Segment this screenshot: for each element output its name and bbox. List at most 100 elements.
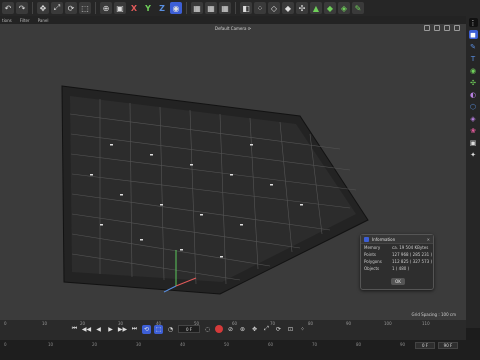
scale-icon[interactable]: ⤢ <box>51 2 63 14</box>
toolbar-divider <box>186 2 187 14</box>
deformer-icon[interactable]: ◐ <box>469 90 478 99</box>
info-row-points: Points 127 968 ( 285 231 ) <box>361 251 433 258</box>
go-to-end-icon[interactable]: ⏭ <box>130 325 139 334</box>
render-picture-viewer-icon[interactable]: ▦ <box>205 2 217 14</box>
generator-icon[interactable]: ◉ <box>469 66 478 75</box>
volume-icon[interactable]: ⬡ <box>469 102 478 111</box>
undo-icon[interactable]: ↶ <box>2 2 14 14</box>
edges-mode-icon[interactable]: ◇ <box>268 2 280 14</box>
information-dialog: Information ✕ Memory ca. 19 504 KBytes P… <box>360 234 434 290</box>
info-row-polygons: Polygons 112 825 ( 327 573 ) <box>361 258 433 265</box>
orbit-icon[interactable] <box>444 25 450 31</box>
model-inner-slab <box>70 96 356 282</box>
maximize-icon[interactable] <box>454 25 460 31</box>
ok-button[interactable]: OK <box>391 278 405 285</box>
info-value: 1 ( 480 ) <box>392 266 410 271</box>
select-icon[interactable]: ⬚ <box>79 2 91 14</box>
uv-mode-icon[interactable]: ✣ <box>296 2 308 14</box>
frame-range-fields: 0 F 90 F <box>415 342 458 349</box>
menu-filter[interactable]: Filter <box>20 18 30 23</box>
deformer-icon[interactable]: ◈ <box>338 2 350 14</box>
menu-options[interactable]: tions <box>2 18 12 23</box>
rotate-icon[interactable]: ⟳ <box>65 2 77 14</box>
ruler-tick: 90 <box>400 342 406 347</box>
scene-icon[interactable]: ❀ <box>469 126 478 135</box>
toolbar-divider <box>235 2 236 14</box>
previous-key-icon[interactable]: ◀◀ <box>82 325 91 334</box>
dolly-icon[interactable] <box>434 25 440 31</box>
previous-frame-icon[interactable]: ◀ <box>94 325 103 334</box>
model-mode-icon[interactable]: ◧ <box>240 2 252 14</box>
cinema4d-logo-icon <box>364 236 369 242</box>
start-frame-field[interactable]: 0 F <box>415 342 435 349</box>
keyframe-selection-icon[interactable]: ⊛ <box>238 325 247 334</box>
snap-icon[interactable]: ▲ <box>310 2 322 14</box>
info-key: Polygons <box>364 259 382 264</box>
ruler-tick: 50 <box>224 342 230 347</box>
light-icon[interactable]: ✦ <box>469 150 478 159</box>
info-value: 127 968 ( 285 231 ) <box>392 252 433 257</box>
world-coordinates-icon[interactable]: ◉ <box>170 2 182 14</box>
toolbar-divider <box>32 2 33 14</box>
position-key-icon[interactable]: ✥ <box>250 325 259 334</box>
grid-spacing-label: Grid Spacing : 100 cm <box>411 312 456 317</box>
cinema4d-app: ↶ ↷ ✥ ⤢ ⟳ ⬚ ⊕ ▣ X Y Z ◉ ▦ ▦ ▦ ◧ ⁘ ◇ ◆ ✣ … <box>0 0 480 360</box>
render-view-icon[interactable]: ▦ <box>191 2 203 14</box>
dialog-title-bar[interactable]: Information <box>361 235 433 244</box>
next-frame-icon[interactable]: ▶▶ <box>118 325 127 334</box>
current-frame-field[interactable]: 0 F <box>178 325 200 333</box>
viewport-menubar: tions Filter Panel <box>0 16 466 24</box>
toolbar-divider <box>95 2 96 14</box>
axis-x-toggle[interactable]: X <box>128 2 140 14</box>
menu-panel[interactable]: Panel <box>38 18 49 23</box>
bottom-timeline[interactable]: 0 10 20 30 40 50 60 70 80 90 0 F 90 F <box>0 340 480 360</box>
fps-icon[interactable]: ◔ <box>166 325 175 334</box>
object-palette-sidebar: ⋮ ◼ ✎ T ◉ ✣ ◐ ⬡ ◈ ❀ ▣ ✦ <box>466 16 480 328</box>
rotation-key-icon[interactable]: ⟳ <box>274 325 283 334</box>
ruler-tick: 10 <box>48 342 54 347</box>
pla-key-icon[interactable]: ⁘ <box>298 325 307 334</box>
info-value: 112 825 ( 327 573 ) <box>392 259 433 264</box>
record-icon[interactable] <box>215 325 223 333</box>
scale-key-icon[interactable]: ⤢ <box>262 325 271 334</box>
move-icon[interactable]: ✥ <box>37 2 49 14</box>
info-value: ca. 19 504 KBytes <box>392 245 429 250</box>
dialog-title: Information <box>372 236 396 242</box>
ruler-tick: 0 <box>4 342 7 347</box>
axis-z-toggle[interactable]: Z <box>156 2 168 14</box>
polygons-mode-icon[interactable]: ◆ <box>282 2 294 14</box>
camera-label[interactable]: Default Camera ⟳ <box>0 26 466 31</box>
pan-icon[interactable] <box>424 25 430 31</box>
info-row-objects: Objects 1 ( 480 ) <box>361 265 433 272</box>
lock-icon[interactable]: ▣ <box>114 2 126 14</box>
paint-icon[interactable]: ✎ <box>352 2 364 14</box>
ruler-tick: 60 <box>268 342 274 347</box>
field-icon[interactable]: ◈ <box>469 114 478 123</box>
redo-icon[interactable]: ↷ <box>16 2 28 14</box>
render-settings-icon[interactable]: ▦ <box>219 2 231 14</box>
close-icon[interactable]: ✕ <box>427 237 430 242</box>
param-key-icon[interactable]: ⊡ <box>286 325 295 334</box>
play-icon[interactable]: ▶ <box>106 325 115 334</box>
info-key: Objects <box>364 266 380 271</box>
preview-range-ruler[interactable]: 0 10 20 30 40 50 60 70 80 90 <box>0 340 466 350</box>
points-mode-icon[interactable]: ⁘ <box>254 2 266 14</box>
text-icon[interactable]: T <box>469 54 478 63</box>
go-to-start-icon[interactable]: ⏮ <box>70 325 79 334</box>
cube-primitive-icon[interactable]: ◼ <box>468 30 478 39</box>
axis-y-toggle[interactable]: Y <box>142 2 154 14</box>
menu-icon[interactable]: ⋮ <box>468 18 478 27</box>
cube-icon[interactable]: ◆ <box>324 2 336 14</box>
cloner-icon[interactable]: ✣ <box>469 78 478 87</box>
loop-icon[interactable]: ⟲ <box>142 324 151 334</box>
autokey-icon[interactable]: ⊘ <box>226 325 235 334</box>
keyframe-icon[interactable]: ◌ <box>203 325 212 334</box>
camera-icon[interactable]: ▣ <box>469 138 478 147</box>
coordinate-icon[interactable]: ⊕ <box>100 2 112 14</box>
ruler-tick: 30 <box>136 342 142 347</box>
end-frame-field[interactable]: 90 F <box>438 342 458 349</box>
pen-spline-icon[interactable]: ✎ <box>469 42 478 51</box>
ruler-tick: 70 <box>312 342 318 347</box>
preview-range-icon[interactable]: ⬚ <box>154 324 163 334</box>
ruler-tick: 40 <box>180 342 186 347</box>
